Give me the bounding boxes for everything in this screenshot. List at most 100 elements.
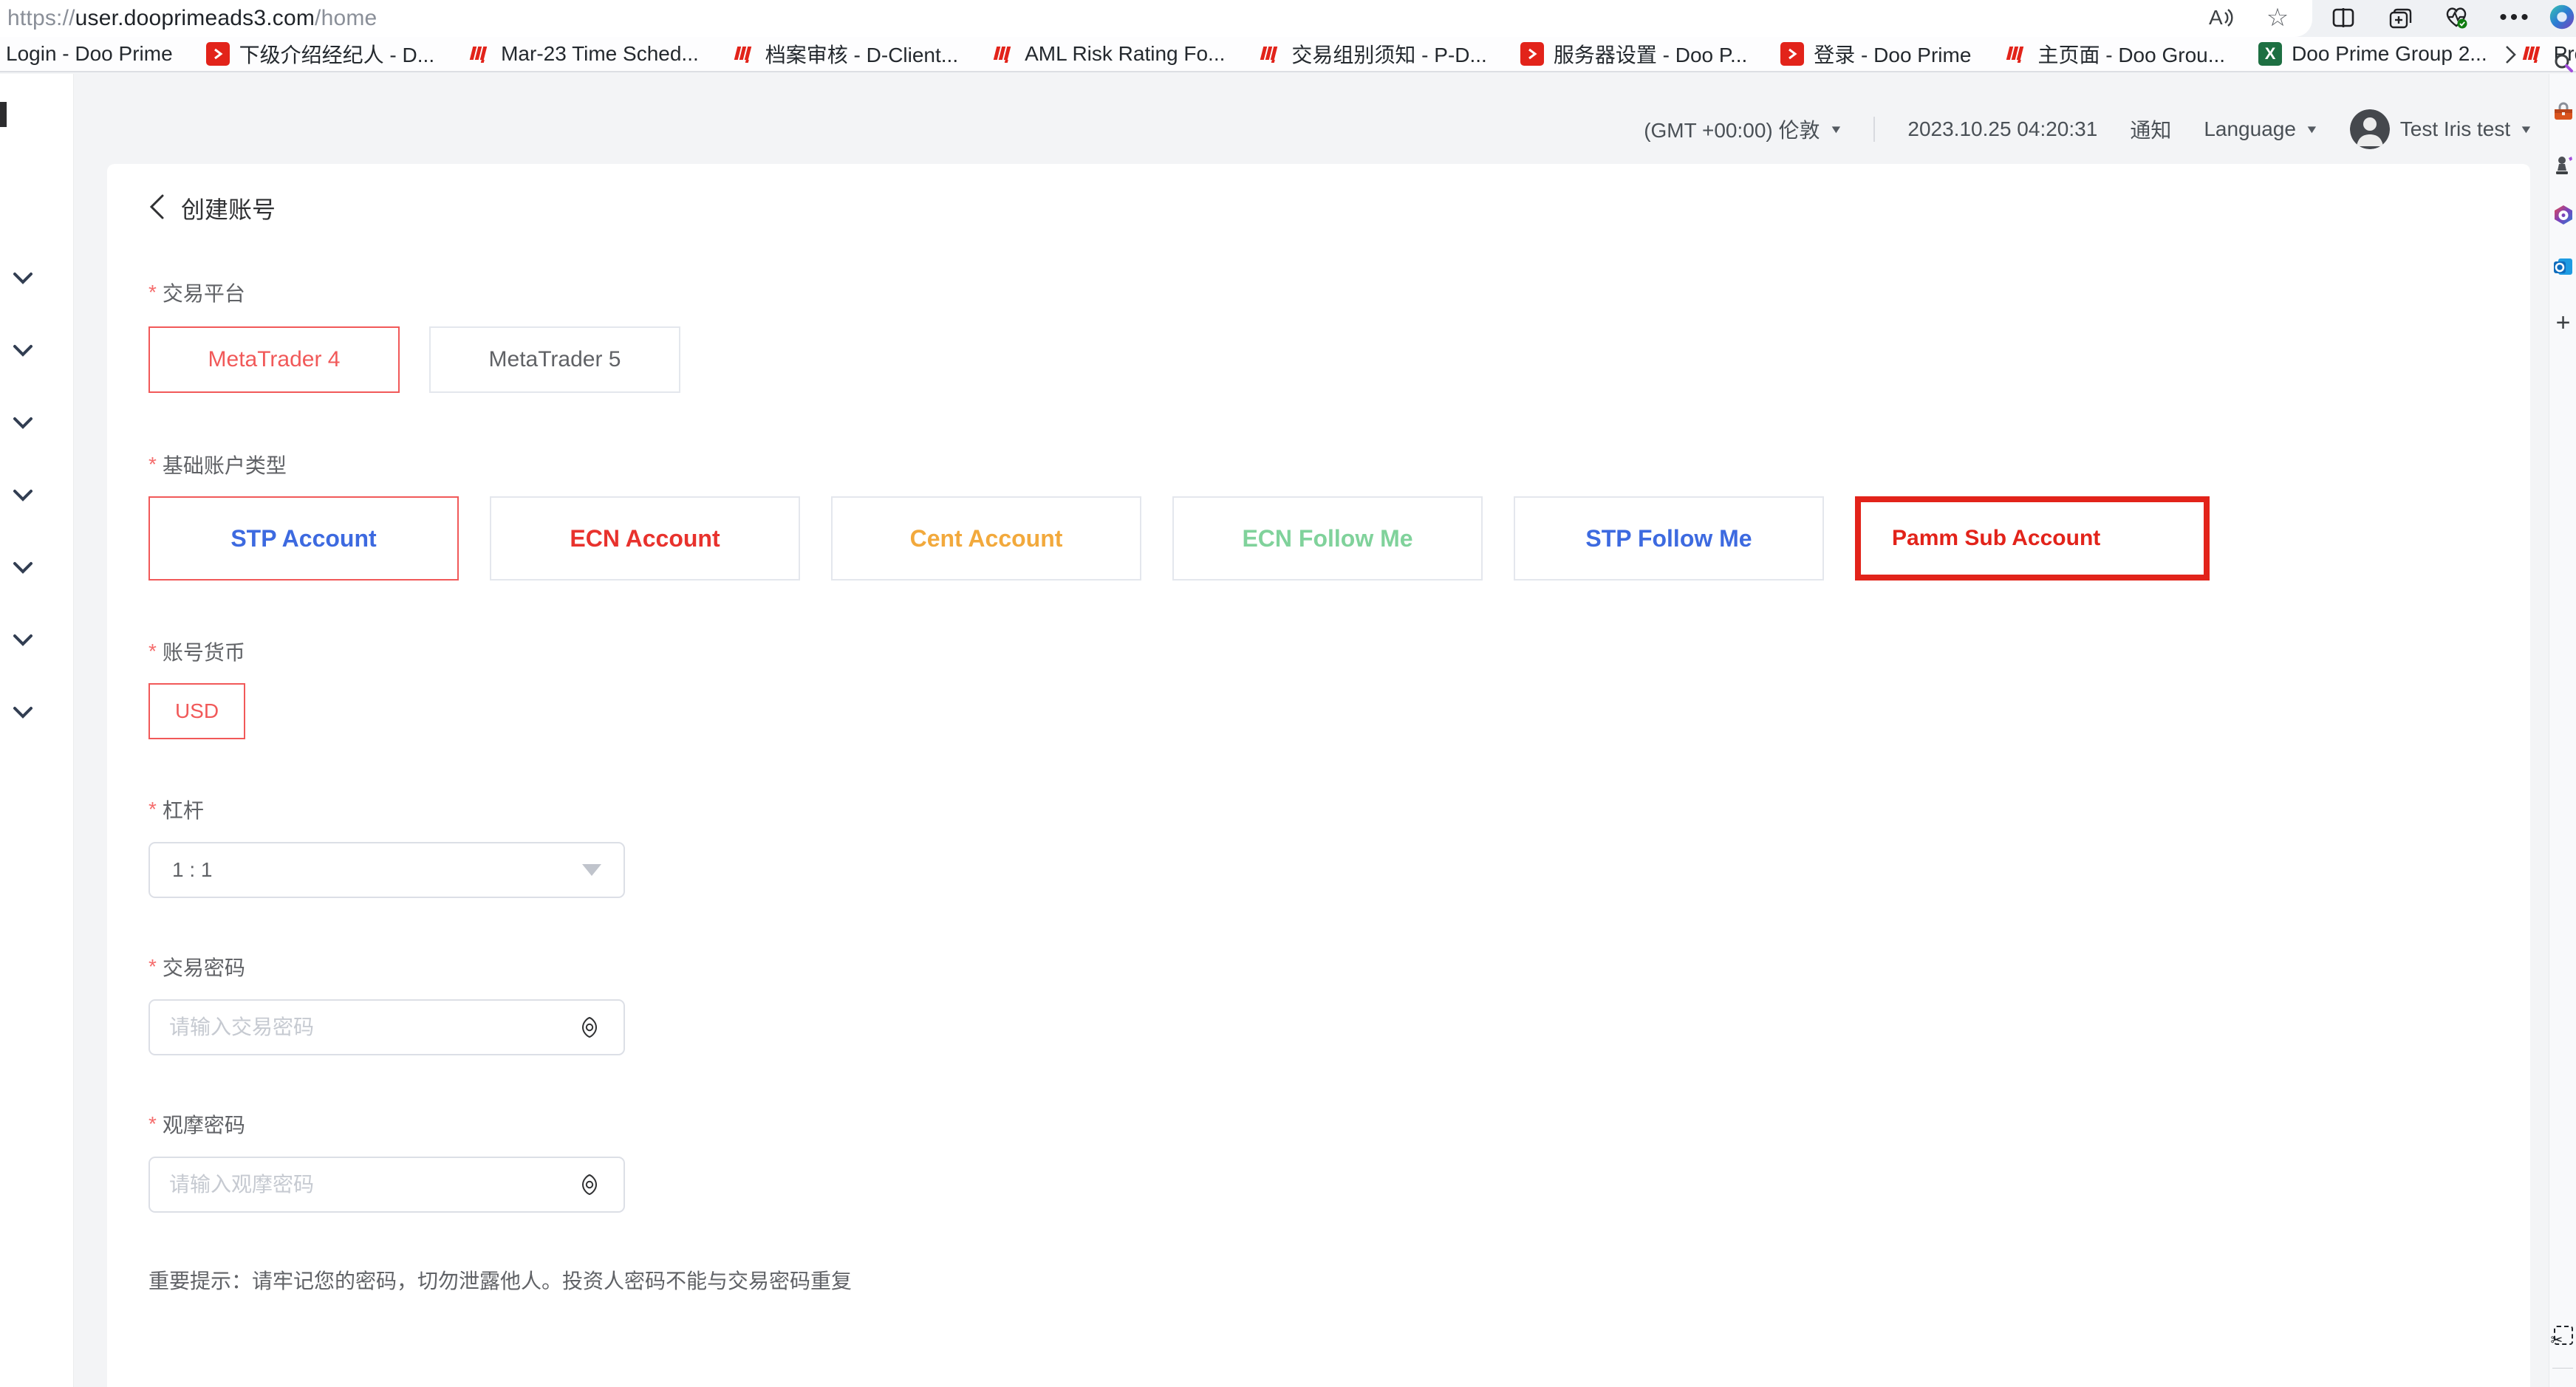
- bookmark-item[interactable]: 服务器设置 - Doo P...: [1520, 39, 1747, 69]
- chevron-down-icon[interactable]: [13, 417, 33, 430]
- account-type-option-ecn-follow[interactable]: ECN Follow Me: [1172, 496, 1483, 581]
- url-text: https://user.dooprimeads3.com/home: [7, 6, 377, 31]
- trade-password-label: * 交易密码: [148, 952, 2530, 982]
- chevron-down-icon[interactable]: [13, 634, 33, 647]
- games-icon[interactable]: [2549, 154, 2576, 176]
- screenshot-icon[interactable]: ✂: [2549, 1326, 2576, 1345]
- account-type-option-stp[interactable]: STP Account: [148, 496, 459, 581]
- platform-options: MetaTrader 4 MetaTrader 5: [148, 326, 2530, 393]
- currency-options: USD: [148, 683, 2530, 739]
- leverage-label: * 杠杆: [148, 795, 2530, 824]
- required-asterisk: *: [148, 798, 157, 821]
- avatar: [2350, 109, 2390, 149]
- browser-essentials-icon[interactable]: [2442, 3, 2471, 32]
- divider: [2552, 1368, 2573, 1369]
- current-datetime: 2023.10.25 04:20:31: [1907, 117, 2097, 141]
- bookmarks-overflow-chevron-icon[interactable]: [2497, 41, 2524, 68]
- browser-toolbar: https://user.dooprimeads3.com/home A ☆ •…: [0, 0, 2576, 37]
- account-type-option-pamm-sub[interactable]: Pamm Sub Account: [1855, 496, 2210, 581]
- bookmark-item[interactable]: 登录 - Doo Prime: [1780, 39, 1971, 69]
- settings-menu-icon[interactable]: •••: [2501, 3, 2530, 32]
- bookmark-item[interactable]: X Doo Prime Group 2...: [2258, 41, 2487, 66]
- view-password-input[interactable]: [169, 1173, 575, 1196]
- account-type-options: STP Account ECN Account Cent Account ECN…: [148, 496, 2530, 581]
- notifications-link[interactable]: 通知: [2130, 114, 2171, 144]
- bookmark-item[interactable]: 档案审核 - D-Client...: [731, 39, 958, 69]
- microsoft-365-icon[interactable]: [2549, 204, 2576, 226]
- back-button[interactable]: [148, 194, 165, 224]
- doo-prime-logo-icon: [2003, 41, 2029, 66]
- collections-icon[interactable]: [2385, 3, 2415, 32]
- bookmark-item[interactable]: Mar-23 Time Sched...: [467, 41, 699, 66]
- required-asterisk: *: [148, 1112, 157, 1136]
- bookmark-item[interactable]: 主页面 - Doo Grou...: [2003, 39, 2225, 69]
- favorites-star-icon[interactable]: ☆: [2263, 3, 2292, 32]
- trade-password-field-wrap: [148, 999, 625, 1055]
- bookmark-item[interactable]: 下级介绍经纪人 - D...: [205, 39, 434, 69]
- portal-header: (GMT +00:00) 伦敦▼ 2023.10.25 04:20:31 通知 …: [74, 107, 2532, 151]
- platform-label: * 交易平台: [148, 278, 2530, 307]
- bookmark-item[interactable]: Login - Doo Prime: [6, 42, 173, 66]
- show-password-eye-icon[interactable]: [575, 1013, 604, 1042]
- left-nav-rail: [0, 74, 74, 1387]
- account-type-option-cent[interactable]: Cent Account: [831, 496, 1141, 581]
- chevron-down-icon[interactable]: [13, 272, 33, 285]
- doo-red-square-icon: [205, 41, 230, 66]
- edge-sidebar-rail: + ✂: [2549, 74, 2576, 1387]
- doo-prime-logo-icon: [1257, 41, 1282, 66]
- doo-red-square-icon: [1520, 41, 1545, 66]
- chevron-down-icon[interactable]: [13, 344, 33, 357]
- page-title: 创建账号: [181, 191, 276, 225]
- bookmark-item[interactable]: 交易组别须知 - P-D...: [1257, 39, 1486, 69]
- doo-prime-logo-icon: [467, 41, 492, 66]
- trade-password-input[interactable]: [169, 1016, 575, 1039]
- required-asterisk: *: [148, 281, 157, 304]
- required-asterisk: *: [148, 640, 157, 663]
- select-caret-icon: [582, 864, 601, 876]
- account-type-option-stp-follow[interactable]: STP Follow Me: [1514, 496, 1824, 581]
- platform-option-metatrader5[interactable]: MetaTrader 5: [429, 326, 680, 393]
- account-type-label: * 基础账户类型: [148, 450, 2530, 479]
- user-menu[interactable]: Test Iris test ▼: [2350, 109, 2532, 149]
- page-viewport: (GMT +00:00) 伦敦▼ 2023.10.25 04:20:31 通知 …: [0, 74, 2576, 1387]
- chevron-down-icon: ▼: [1828, 123, 1842, 136]
- currency-label: * 账号货币: [148, 637, 2530, 666]
- chevron-down-icon[interactable]: [13, 489, 33, 502]
- chevron-down-icon: ▼: [2519, 123, 2533, 136]
- toolbox-icon[interactable]: [2549, 102, 2576, 124]
- leverage-value: 1 : 1: [172, 858, 582, 882]
- read-aloud-icon[interactable]: A: [2205, 3, 2235, 32]
- view-password-field-wrap: [148, 1157, 625, 1213]
- timezone-selector[interactable]: (GMT +00:00) 伦敦▼: [1644, 114, 1841, 144]
- page-title-row: 创建账号: [148, 192, 2530, 225]
- outlook-icon[interactable]: [2549, 256, 2576, 278]
- create-account-card: 创建账号 * 交易平台 MetaTrader 4 MetaTrader 5 * …: [107, 164, 2530, 1387]
- copilot-icon[interactable]: [2547, 2, 2576, 32]
- chevron-down-icon[interactable]: [13, 561, 33, 575]
- divider: [1873, 117, 1875, 142]
- split-screen-icon[interactable]: [2329, 3, 2358, 32]
- svg-text:A: A: [2209, 6, 2223, 29]
- required-asterisk: *: [148, 453, 157, 476]
- platform-option-metatrader4[interactable]: MetaTrader 4: [148, 326, 400, 393]
- view-password-label: * 观摩密码: [148, 1109, 2530, 1139]
- bookmarks-bar: Login - Doo Prime 下级介绍经纪人 - D... Mar-23 …: [0, 37, 2576, 72]
- chevron-down-icon[interactable]: [13, 706, 33, 719]
- account-type-option-ecn[interactable]: ECN Account: [490, 496, 800, 581]
- search-icon[interactable]: [2549, 52, 2576, 74]
- language-selector[interactable]: Language▼: [2204, 117, 2317, 141]
- excel-icon: X: [2258, 41, 2283, 66]
- add-sidebar-item-icon[interactable]: +: [2549, 309, 2576, 338]
- doo-prime-logo-icon: [991, 41, 1016, 66]
- leverage-select[interactable]: 1 : 1: [148, 842, 625, 898]
- show-password-eye-icon[interactable]: [575, 1170, 604, 1199]
- nav-fragment: [0, 102, 7, 127]
- bookmark-item[interactable]: AML Risk Rating Fo...: [991, 41, 1225, 66]
- chevron-down-icon: ▼: [2305, 123, 2319, 136]
- address-bar[interactable]: https://user.dooprimeads3.com/home: [0, 0, 2312, 37]
- currency-option-usd[interactable]: USD: [148, 683, 245, 739]
- password-notice: 重要提示：请牢记您的密码，切勿泄露他人。投资人密码不能与交易密码重复: [148, 1265, 2530, 1295]
- required-asterisk: *: [148, 955, 157, 979]
- doo-red-square-icon: [1780, 41, 1805, 66]
- doo-prime-logo-icon: [731, 41, 756, 66]
